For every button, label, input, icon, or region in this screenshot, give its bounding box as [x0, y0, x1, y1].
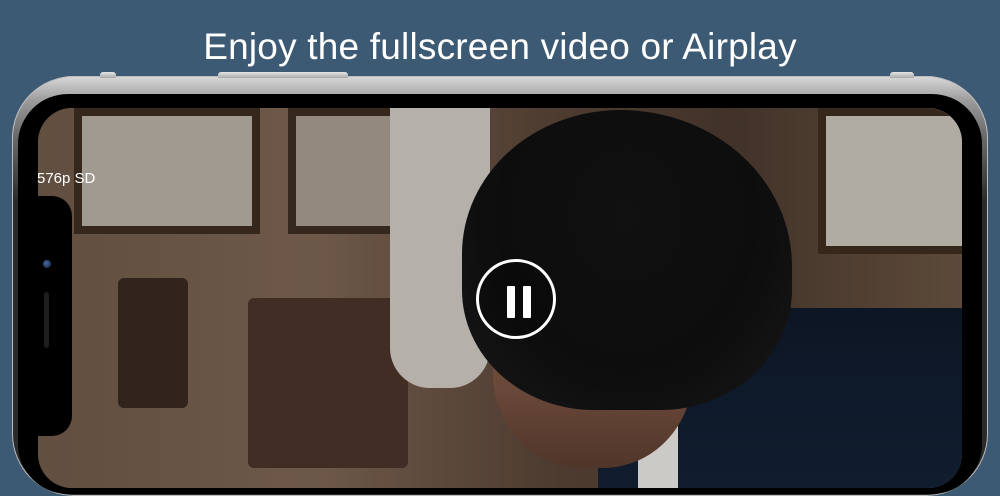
phone-side-button [218, 72, 348, 78]
phone-side-button [100, 72, 116, 78]
video-quality-label[interactable]: 576p SD [37, 170, 95, 187]
promo-headline: Enjoy the fullscreen video or Airplay [203, 26, 797, 67]
front-camera-icon [43, 260, 51, 268]
pause-button[interactable] [476, 259, 556, 339]
pause-icon [507, 286, 531, 318]
speaker-grille [44, 292, 49, 348]
phone-side-button [890, 72, 914, 78]
